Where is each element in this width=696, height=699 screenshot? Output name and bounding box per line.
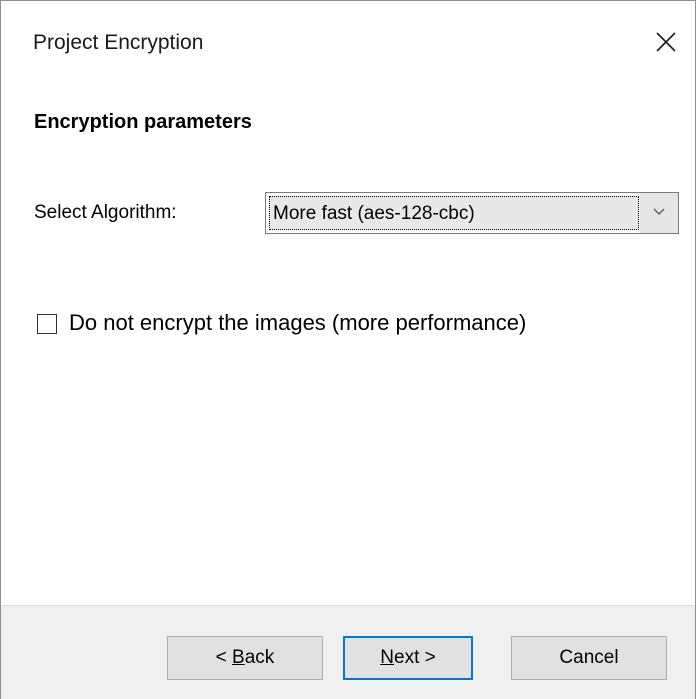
algorithm-select[interactable]: More fast (aes-128-cbc) <box>265 192 679 234</box>
cancel-button[interactable]: Cancel <box>511 636 667 680</box>
section-heading: Encryption parameters <box>34 111 252 133</box>
back-button-accelerator: B <box>232 647 245 668</box>
skip-images-checkbox[interactable] <box>37 314 57 334</box>
project-encryption-dialog: Project Encryption Encryption parameters… <box>0 0 696 699</box>
algorithm-selected-text: More fast (aes-128-cbc) <box>273 203 475 224</box>
next-button-rest: ext > <box>394 647 436 668</box>
back-button-rest: ack <box>244 647 275 668</box>
algorithm-label: Select Algorithm: <box>34 202 177 223</box>
close-icon <box>656 32 676 52</box>
button-bar: < Back Next > Cancel <box>1 605 695 699</box>
algorithm-selected-value[interactable]: More fast (aes-128-cbc) <box>269 196 639 230</box>
close-button[interactable] <box>653 29 679 55</box>
dialog-title: Project Encryption <box>33 31 204 54</box>
back-button[interactable]: < Back <box>167 636 323 680</box>
skip-images-label: Do not encrypt the images (more performa… <box>69 310 527 335</box>
next-button-accelerator: N <box>380 647 394 668</box>
next-button[interactable]: Next > <box>343 636 473 680</box>
dropdown-button[interactable] <box>640 193 678 233</box>
chevron-down-icon <box>653 208 665 215</box>
back-button-prefix: < <box>215 647 233 668</box>
